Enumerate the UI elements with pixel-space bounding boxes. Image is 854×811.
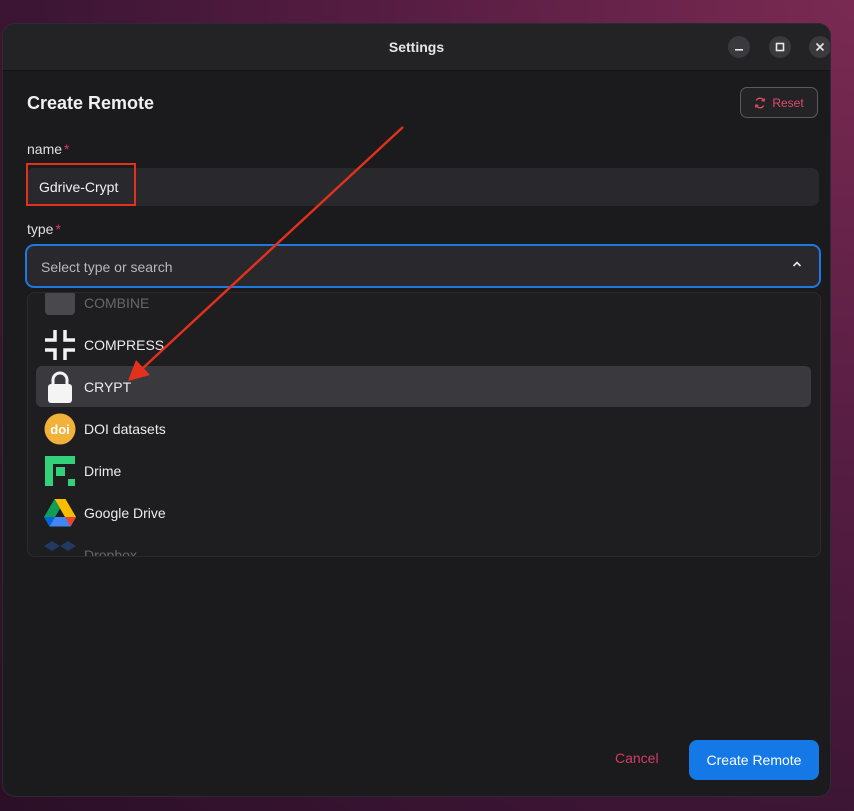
type-label: type * xyxy=(27,221,61,237)
list-item-doi-datasets[interactable]: doi DOI datasets xyxy=(36,408,811,449)
settings-window: Settings Create Remote Reset name * Gdriv… xyxy=(3,24,830,796)
annotation-highlight-box xyxy=(26,163,136,206)
list-item-compress[interactable]: COMPRESS xyxy=(36,324,811,365)
drime-icon xyxy=(42,453,78,489)
name-label-text: name xyxy=(27,141,63,157)
type-search-input[interactable] xyxy=(39,258,763,276)
list-item-label: CRYPT xyxy=(84,378,132,395)
name-field[interactable]: Gdrive-Crypt xyxy=(27,168,819,206)
dropbox-icon xyxy=(42,537,78,557)
minimize-icon xyxy=(735,49,743,51)
reset-button[interactable]: Reset xyxy=(740,87,818,118)
list-item-label: DOI datasets xyxy=(84,420,166,437)
list-item-label: Dropbox xyxy=(84,546,137,557)
lock-icon xyxy=(42,369,78,405)
list-item-dropbox[interactable]: Dropbox xyxy=(36,534,811,557)
page-title: Create Remote xyxy=(27,93,155,113)
reset-label: Reset xyxy=(772,95,804,110)
create-remote-button[interactable]: Create Remote xyxy=(689,740,819,780)
list-item-crypt[interactable]: CRYPT xyxy=(36,366,811,407)
list-item-drime[interactable]: Drime xyxy=(36,450,811,491)
list-item-combine[interactable]: COMBINE xyxy=(36,293,811,323)
minimize-button[interactable] xyxy=(728,36,750,58)
list-item-label: COMBINE xyxy=(84,294,150,311)
doi-icon: doi xyxy=(42,411,78,447)
maximize-button[interactable] xyxy=(769,36,791,58)
required-mark: * xyxy=(64,141,70,157)
svg-text:doi: doi xyxy=(50,422,70,437)
chevron-up-icon[interactable] xyxy=(789,256,805,272)
refresh-icon xyxy=(755,97,766,108)
list-item-label: Google Drive xyxy=(84,504,166,521)
close-icon xyxy=(815,42,825,52)
compress-icon xyxy=(42,327,78,363)
required-mark: * xyxy=(55,221,61,237)
title-bar: Settings xyxy=(3,24,830,71)
close-button[interactable] xyxy=(809,36,830,58)
type-label-text: type xyxy=(27,221,54,237)
cancel-button[interactable]: Cancel xyxy=(615,750,659,766)
maximize-icon xyxy=(775,42,785,52)
type-select[interactable] xyxy=(25,244,821,288)
list-item-google-drive[interactable]: Google Drive xyxy=(36,492,811,533)
list-item-label: COMPRESS xyxy=(84,336,165,353)
name-label: name * xyxy=(27,141,69,157)
list-item-label: Drime xyxy=(84,462,122,479)
google-drive-icon xyxy=(42,495,78,531)
type-dropdown-list[interactable]: COMBINE COMPRESS CRYPT doi DOI datasets … xyxy=(27,292,821,557)
window-title: Settings xyxy=(388,39,445,55)
combine-icon xyxy=(42,293,78,321)
